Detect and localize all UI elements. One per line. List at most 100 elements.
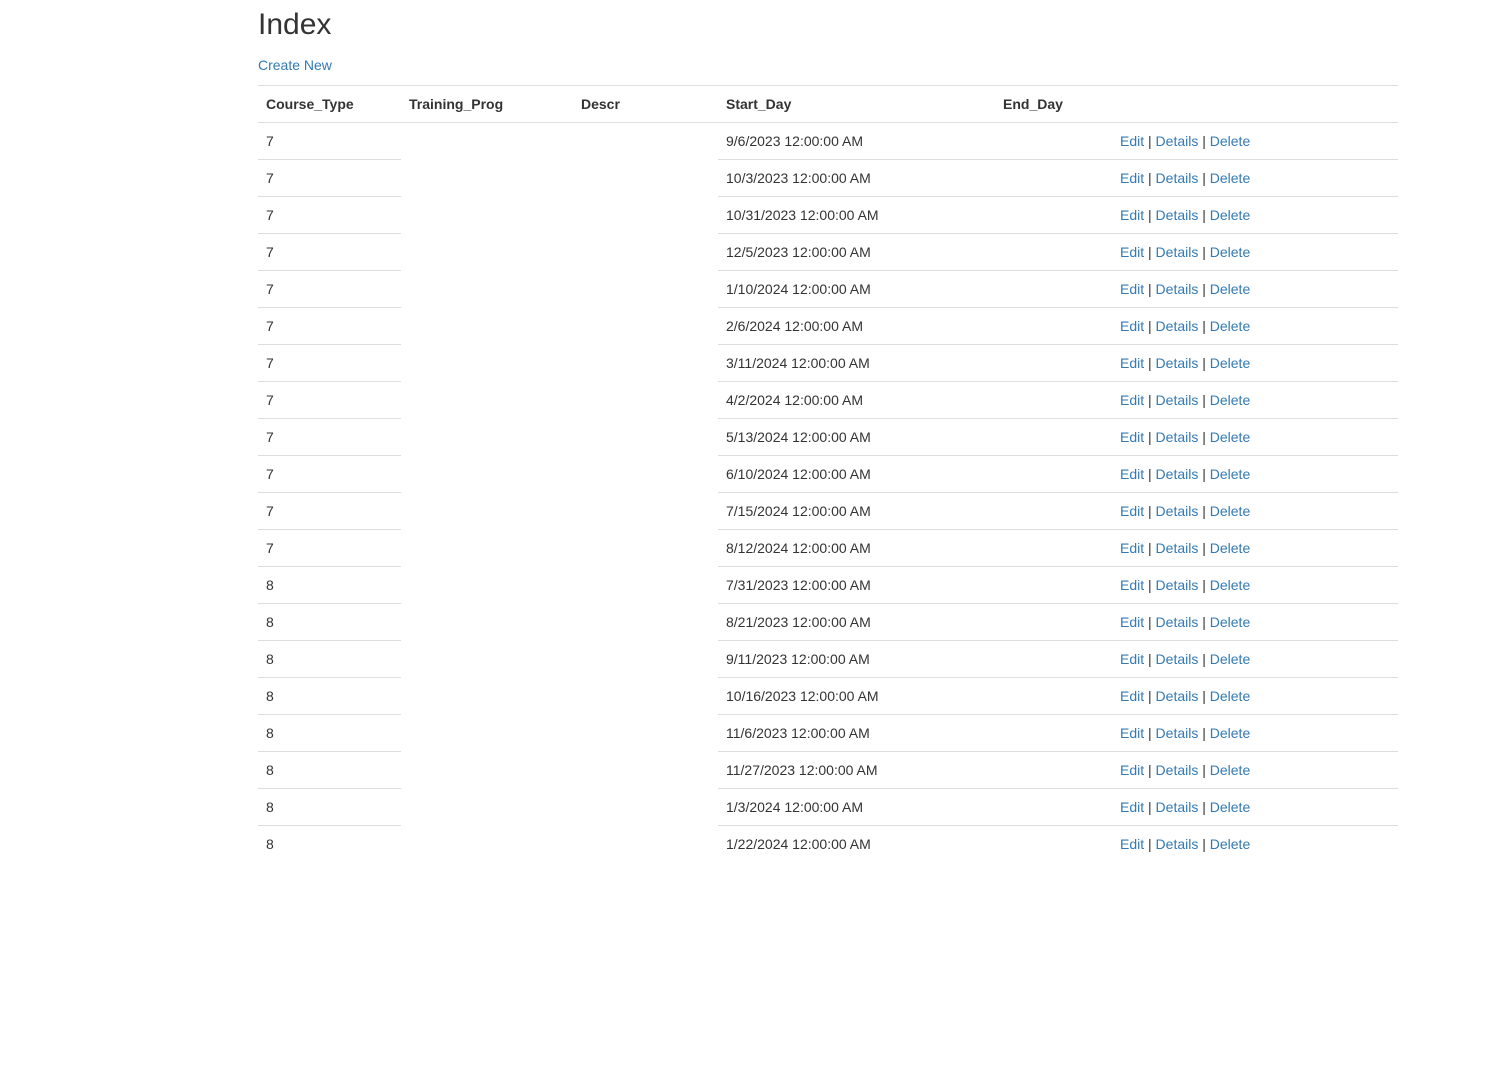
- details-link[interactable]: Details: [1156, 429, 1199, 445]
- details-link[interactable]: Details: [1156, 318, 1199, 334]
- delete-link[interactable]: Delete: [1210, 762, 1250, 778]
- edit-link[interactable]: Edit: [1120, 429, 1144, 445]
- cell-end-day: [995, 270, 1120, 308]
- separator: |: [1202, 725, 1206, 741]
- cell-course-type: 8: [258, 603, 401, 641]
- separator: |: [1148, 725, 1152, 741]
- table-row: 7 10/31/2023 12:00:00 AM Edit | Details | …: [258, 196, 1398, 234]
- details-link[interactable]: Details: [1156, 540, 1199, 556]
- edit-link[interactable]: Edit: [1120, 799, 1144, 815]
- delete-link[interactable]: Delete: [1210, 244, 1250, 260]
- table-row: 7 1/10/2024 12:00:00 AM Edit | Details | D…: [258, 270, 1398, 308]
- details-link[interactable]: Details: [1156, 799, 1199, 815]
- delete-link[interactable]: Delete: [1210, 651, 1250, 667]
- cell-course-type: 7: [258, 344, 401, 382]
- delete-link[interactable]: Delete: [1210, 725, 1250, 741]
- edit-link[interactable]: Edit: [1120, 540, 1144, 556]
- delete-link[interactable]: Delete: [1210, 207, 1250, 223]
- cell-end-day: [995, 455, 1120, 493]
- delete-link[interactable]: Delete: [1210, 688, 1250, 704]
- edit-link[interactable]: Edit: [1120, 614, 1144, 630]
- cell-end-day: [995, 381, 1120, 419]
- delete-link[interactable]: Delete: [1210, 540, 1250, 556]
- cell-training-prog: [401, 641, 573, 678]
- details-link[interactable]: Details: [1156, 133, 1199, 149]
- details-link[interactable]: Details: [1156, 170, 1199, 186]
- details-link[interactable]: Details: [1156, 688, 1199, 704]
- separator: |: [1148, 244, 1152, 260]
- delete-link[interactable]: Delete: [1210, 318, 1250, 334]
- edit-link[interactable]: Edit: [1120, 577, 1144, 593]
- details-link[interactable]: Details: [1156, 503, 1199, 519]
- delete-link[interactable]: Delete: [1210, 170, 1250, 186]
- cell-actions: Edit | Details | Delete: [1120, 270, 1398, 308]
- separator: |: [1202, 170, 1206, 186]
- separator: |: [1202, 614, 1206, 630]
- delete-link[interactable]: Delete: [1210, 355, 1250, 371]
- header-end-day: End_Day: [995, 85, 1120, 123]
- table-row: 7 3/11/2024 12:00:00 AM Edit | Details | D…: [258, 344, 1398, 382]
- delete-link[interactable]: Delete: [1210, 392, 1250, 408]
- edit-link[interactable]: Edit: [1120, 466, 1144, 482]
- delete-link[interactable]: Delete: [1210, 799, 1250, 815]
- details-link[interactable]: Details: [1156, 836, 1199, 852]
- edit-link[interactable]: Edit: [1120, 762, 1144, 778]
- details-link[interactable]: Details: [1156, 725, 1199, 741]
- cell-descr: [573, 345, 718, 382]
- details-link[interactable]: Details: [1156, 614, 1199, 630]
- cell-end-day: [995, 751, 1120, 789]
- edit-link[interactable]: Edit: [1120, 133, 1144, 149]
- cell-training-prog: [401, 419, 573, 456]
- separator: |: [1148, 392, 1152, 408]
- delete-link[interactable]: Delete: [1210, 133, 1250, 149]
- edit-link[interactable]: Edit: [1120, 318, 1144, 334]
- cell-training-prog: [401, 123, 573, 160]
- cell-training-prog: [401, 567, 573, 604]
- separator: |: [1148, 799, 1152, 815]
- details-link[interactable]: Details: [1156, 651, 1199, 667]
- delete-link[interactable]: Delete: [1210, 577, 1250, 593]
- edit-link[interactable]: Edit: [1120, 651, 1144, 667]
- edit-link[interactable]: Edit: [1120, 281, 1144, 297]
- create-new-link[interactable]: Create New: [258, 55, 332, 75]
- details-link[interactable]: Details: [1156, 207, 1199, 223]
- delete-link[interactable]: Delete: [1210, 281, 1250, 297]
- cell-start-day: 7/15/2024 12:00:00 AM: [718, 492, 995, 530]
- cell-course-type: 7: [266, 133, 274, 149]
- cell-descr: [573, 308, 718, 345]
- cell-training-prog: [401, 604, 573, 641]
- details-link[interactable]: Details: [1156, 392, 1199, 408]
- cell-course-type: 7: [258, 159, 401, 197]
- edit-link[interactable]: Edit: [1120, 355, 1144, 371]
- edit-link[interactable]: Edit: [1120, 688, 1144, 704]
- edit-link[interactable]: Edit: [1120, 392, 1144, 408]
- cell-descr: [573, 530, 718, 567]
- details-link[interactable]: Details: [1156, 466, 1199, 482]
- delete-link[interactable]: Delete: [1210, 466, 1250, 482]
- edit-link[interactable]: Edit: [1120, 170, 1144, 186]
- delete-link[interactable]: Delete: [1210, 429, 1250, 445]
- details-link[interactable]: Details: [1156, 355, 1199, 371]
- delete-link[interactable]: Delete: [1210, 836, 1250, 852]
- cell-actions: Edit | Details | Delete: [1120, 714, 1398, 752]
- edit-link[interactable]: Edit: [1120, 207, 1144, 223]
- cell-descr: [573, 123, 718, 160]
- cell-course-type: 7: [258, 196, 401, 234]
- cell-actions: Edit | Details | Delete: [1120, 307, 1398, 345]
- details-link[interactable]: Details: [1156, 577, 1199, 593]
- edit-link[interactable]: Edit: [1120, 244, 1144, 260]
- delete-link[interactable]: Delete: [1210, 614, 1250, 630]
- edit-link[interactable]: Edit: [1120, 725, 1144, 741]
- table-row: 8 1/3/2024 12:00:00 AM Edit | Details | De…: [258, 788, 1398, 826]
- table-row: 7 8/12/2024 12:00:00 AM Edit | Details | D…: [258, 529, 1398, 567]
- details-link[interactable]: Details: [1156, 762, 1199, 778]
- details-link[interactable]: Details: [1156, 244, 1199, 260]
- details-link[interactable]: Details: [1156, 281, 1199, 297]
- table-row: 8 11/6/2023 12:00:00 AM Edit | Details | D…: [258, 714, 1398, 752]
- edit-link[interactable]: Edit: [1120, 503, 1144, 519]
- delete-link[interactable]: Delete: [1210, 503, 1250, 519]
- table-row: 7 7/15/2024 12:00:00 AM Edit | Details | D…: [258, 492, 1398, 530]
- cell-descr: [573, 419, 718, 456]
- edit-link[interactable]: Edit: [1120, 836, 1144, 852]
- header-course-type: Course_Type: [258, 85, 401, 123]
